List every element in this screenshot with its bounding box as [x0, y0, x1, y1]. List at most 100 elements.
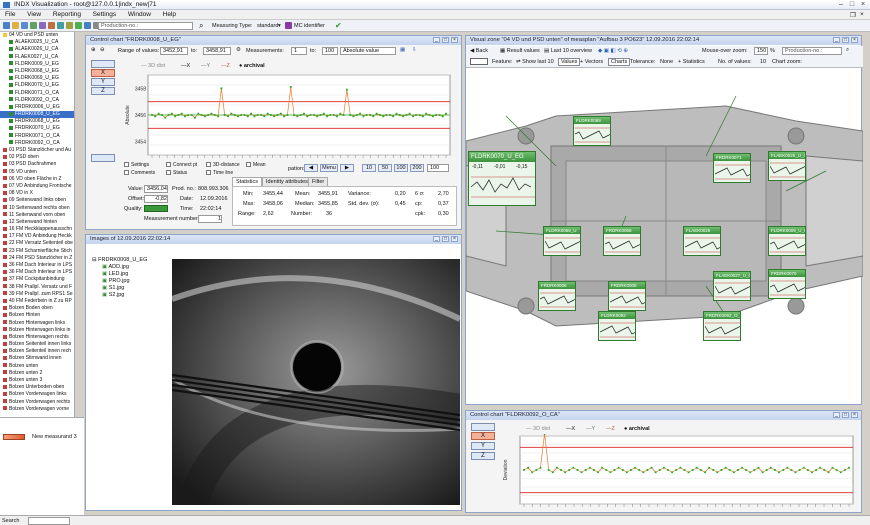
tree-item[interactable]: 40 FM Federbein in Z zu RP — [0, 298, 74, 305]
grid-icon[interactable] — [75, 22, 82, 29]
tree-item[interactable]: 03 PSD Dachrahmen — [0, 161, 74, 168]
measurand-card[interactable]: FRDRK0006 — [538, 281, 576, 311]
measurand-card[interactable]: FRDRK0070 — [768, 269, 806, 299]
tree-item[interactable]: FRDRK0070_U_EG — [0, 125, 74, 132]
tree-item[interactable]: 10 Seitenwand rechts oben — [0, 205, 74, 212]
tree-item[interactable]: FLDRK0070_U_EG — [0, 82, 74, 89]
measurand-card[interactable]: FRDRK0068 — [603, 226, 641, 256]
tree-item[interactable]: 39 FM Prallpl. zum RPS1 Se — [0, 291, 74, 298]
meas-from-input[interactable]: 1 — [291, 47, 307, 55]
tree-item[interactable]: Bolzen Hinterwagen links in — [0, 327, 74, 334]
control-chart-plot[interactable]: 3458 3456 3454 Absolute — [124, 71, 454, 163]
tab-identity[interactable]: Identity attributes — [262, 177, 312, 186]
num-values-input[interactable]: 10 — [760, 59, 766, 65]
table-icon[interactable] — [39, 22, 46, 29]
measurand-card[interactable]: FLAEK0025_U_CA — [768, 151, 806, 181]
timeline-checkbox[interactable]: Time line — [206, 170, 233, 176]
tree-item[interactable]: 38 FM Prallpl. Versatz und F — [0, 284, 74, 291]
report-icon[interactable] — [57, 22, 64, 29]
tree-item[interactable]: 11 Seitenwand vorn oben — [0, 212, 74, 219]
meas-to-input[interactable]: 100 — [322, 47, 338, 55]
tree-item[interactable]: FLDRK0068_U_EG — [0, 68, 74, 75]
export-chart-icon[interactable]: ⇩ — [412, 47, 417, 53]
measurand-card[interactable]: FLDRK0068_U — [543, 226, 581, 256]
cc2-min-icon[interactable]: _ — [833, 412, 840, 418]
measurand-card[interactable]: FRDRK0008 — [608, 281, 646, 311]
image-icon[interactable] — [48, 22, 55, 29]
show-last10-button[interactable]: ⇌ Show last 10 — [516, 59, 554, 65]
tree-item[interactable]: Bolzen Hinterwagen links — [0, 320, 74, 327]
tree-item[interactable]: Bolzen Seitenteil innen rech — [0, 348, 74, 355]
menu-button[interactable]: Menu — [320, 164, 338, 172]
last10-button[interactable]: ▤ Last 10 overview — [544, 48, 592, 54]
measuring-type-value[interactable]: standard — [257, 23, 278, 29]
tree-item[interactable]: FLDRK0092_O_CA — [0, 97, 74, 104]
tree-item[interactable]: FRDRK0008_U_EG — [0, 111, 74, 119]
tree-item[interactable]: 22 FM Versatz Seitenteil obe — [0, 240, 74, 247]
measurand-card[interactable]: FLDRK0009_U_EG — [768, 226, 806, 256]
img-close-icon[interactable]: × — [451, 236, 458, 242]
tree-item[interactable]: FRDRK0092_O_CA — [0, 140, 74, 147]
mouse-zoom-input[interactable]: 150 — [754, 47, 768, 55]
measurand-card[interactable]: FLAEK0027_U_CA — [713, 271, 751, 301]
value-mode-select[interactable]: Absolute value — [340, 47, 396, 55]
tree-item[interactable]: FLDRK0009_U_EG — [0, 61, 74, 68]
result-values-button[interactable]: ▦ Result values — [500, 48, 540, 54]
vz-min-icon[interactable]: _ — [833, 37, 840, 43]
image-file-pro[interactable]: ▣ PRO.jpg — [92, 278, 172, 285]
tree-item[interactable]: FRDRK0071_O_CA — [0, 133, 74, 140]
axis-z-button[interactable]: Z — [91, 87, 115, 95]
connect-checkbox[interactable]: Connect pt — [166, 162, 197, 168]
cc2-axis-x-button[interactable]: X — [471, 432, 495, 440]
close-icon[interactable]: × — [858, 1, 868, 9]
vz-max-icon[interactable]: □ — [842, 37, 849, 43]
panel-close-icon[interactable]: × — [451, 37, 458, 43]
tree-item[interactable]: 01 PSD Stanzlöcher und Au — [0, 147, 74, 154]
tree-item[interactable]: Bolzen Vorderwagen links — [0, 391, 74, 398]
tree-item[interactable]: 02 PSD oben — [0, 154, 74, 161]
menu-settings[interactable]: Settings — [88, 10, 122, 19]
zoom-in-icon[interactable]: ⊕ — [91, 47, 96, 53]
mc-identifier-button[interactable]: MC identifier — [294, 23, 325, 29]
cc2-axis-z-button[interactable]: Z — [471, 452, 495, 460]
chart-settings-icon[interactable]: ▦ — [400, 47, 405, 53]
panel-max-icon[interactable]: □ — [442, 37, 449, 43]
axis-blank-button[interactable] — [91, 60, 115, 68]
tree-item[interactable]: Bolzen Seitenteil innen links — [0, 341, 74, 348]
tree-item[interactable]: 37 FM Cockpitanbindung — [0, 276, 74, 283]
img-min-icon[interactable]: _ — [433, 236, 440, 242]
tree-item[interactable]: Bolzen unten — [0, 363, 74, 370]
restore-icon[interactable]: ❐ — [850, 11, 856, 19]
tolerance-select[interactable]: None — [660, 59, 673, 65]
vz-tool-icons[interactable]: ◆ ▣ ◧ ⟲ ⊕ — [598, 48, 628, 54]
tree-item[interactable]: 23 FM Scharnierfläche Stich — [0, 248, 74, 255]
axis-x-button[interactable]: X — [91, 69, 115, 77]
tree-item[interactable]: 16 FM Heckklappenausschn — [0, 226, 74, 233]
values-button[interactable]: Values — [558, 58, 581, 66]
mean-checkbox[interactable]: Mean — [246, 162, 266, 168]
open-icon[interactable] — [12, 22, 19, 29]
tree-item[interactable]: 12 Seitenwand hinten — [0, 219, 74, 226]
axis-extra-button[interactable] — [91, 154, 115, 162]
tree-item[interactable]: 17 FM VD Anbindung Heckk — [0, 233, 74, 240]
count-100-button[interactable]: 100 — [394, 164, 408, 172]
settings-checkbox[interactable]: Settings — [124, 162, 149, 168]
tree-item[interactable]: Bolzen Hinten — [0, 312, 74, 319]
tree-item[interactable]: 07 VD Anbindung Frontsche — [0, 183, 74, 190]
cc2-max-icon[interactable]: □ — [842, 412, 849, 418]
production-input[interactable]: Production-no.: — [98, 22, 193, 30]
charts-button[interactable]: Charts — [608, 58, 631, 66]
count-200-button[interactable]: 200 — [410, 164, 424, 172]
tree-item[interactable]: 09 Seitenwand links oben — [0, 197, 74, 204]
tree-item[interactable]: 24 FM PSD Stanzlöcher in Z — [0, 255, 74, 262]
image-file-add[interactable]: ▣ ADD.jpg — [92, 264, 172, 271]
prev-button[interactable]: ◀ — [304, 164, 318, 172]
tree-item[interactable]: Bolzen Unterboden oben — [0, 384, 74, 391]
filter-icon[interactable] — [84, 22, 91, 29]
control-chart2-plot[interactable]: Deviation — [502, 434, 857, 512]
image-root-node[interactable]: ⊟ FRDRK0008_U_EG — [92, 257, 172, 264]
search-icon[interactable]: ⌕ — [199, 21, 203, 31]
tree-item[interactable]: Bolzen Hinterwagen rechts — [0, 334, 74, 341]
vz-production-input[interactable]: Production-no.: — [782, 47, 842, 55]
tree-item[interactable]: FLDRK0069_U_EG — [0, 75, 74, 82]
